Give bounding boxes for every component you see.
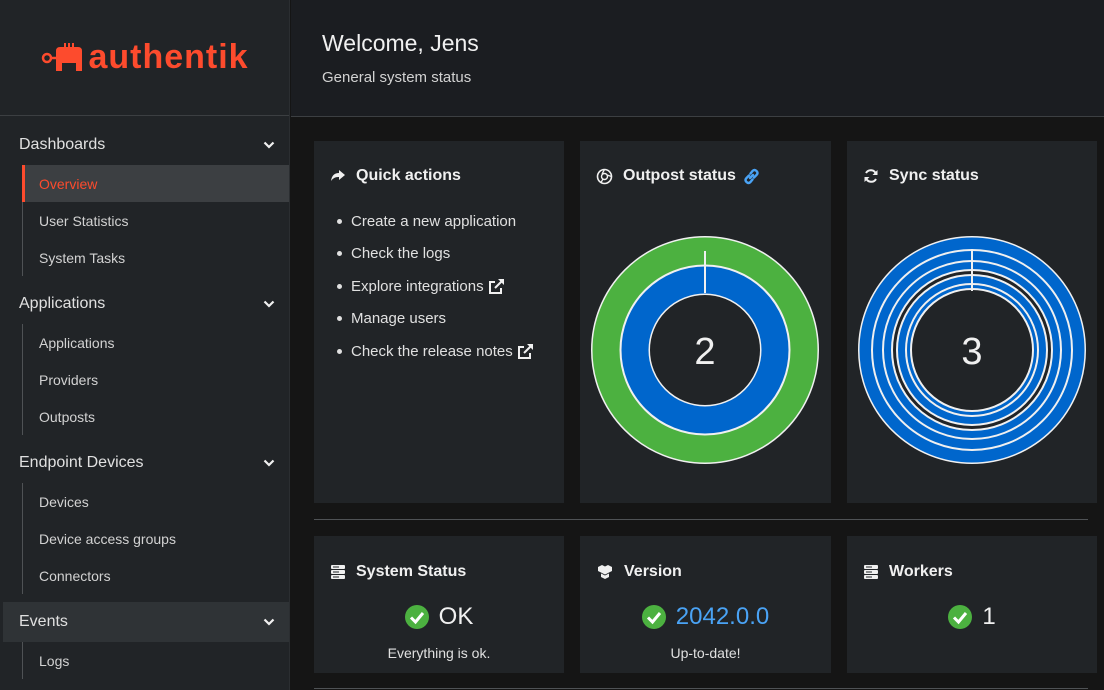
sidebar-item-devices[interactable]: Devices (23, 483, 289, 520)
chevron-down-icon (263, 141, 275, 149)
sidebar-item-providers[interactable]: Providers (23, 361, 289, 398)
list-item[interactable]: Check the release notes (330, 335, 548, 368)
workers-value: 1 (982, 603, 996, 630)
bullet (337, 218, 342, 224)
outpost-donut-chart: 2 (591, 236, 819, 464)
quick-action-create-application[interactable]: Create a new application (351, 213, 516, 230)
workers-row: 1 (863, 603, 1081, 631)
workers-title-label: Workers (889, 563, 953, 580)
workers-card: Workers 1 (847, 536, 1097, 673)
quick-action-manage-users[interactable]: Manage users (351, 310, 446, 327)
check-circle-icon (404, 605, 429, 629)
cubes-icon (598, 565, 612, 579)
nav-group-label: Applications (19, 295, 106, 312)
outpost-icon (596, 168, 613, 184)
sync-donut-chart: 3 (858, 236, 1086, 464)
sync-status-title: Sync status (863, 167, 1081, 185)
sidebar-item-connectors[interactable]: Connectors (23, 557, 289, 594)
sidebar-item-outposts[interactable]: Outposts (23, 398, 289, 435)
nav-group-endpoint-devices[interactable]: Endpoint Devices (0, 443, 289, 483)
brand-logo: authentik (40, 38, 248, 77)
system-status-row: OK (330, 603, 548, 631)
nav-group-dashboards[interactable]: Dashboards (0, 125, 289, 165)
nav-group-label: Dashboards (19, 136, 106, 153)
chevron-down-icon (263, 618, 275, 626)
quick-action-release-notes[interactable]: Check the release notes (351, 343, 513, 360)
sync-icon (864, 169, 878, 183)
quick-action-explore-integrations[interactable]: Explore integrations (351, 278, 484, 295)
quick-action-check-logs[interactable]: Check the logs (351, 245, 450, 262)
check-circle-icon (948, 605, 973, 629)
brand-name: authentik (88, 38, 249, 76)
check-circle-icon (641, 605, 666, 629)
nav-group-events[interactable]: Events (3, 602, 289, 642)
outpost-status-card: Outpost status 2 (580, 141, 831, 503)
nav-group-label: Events (19, 613, 68, 630)
quick-actions-card: Quick actions Create a new application C… (314, 141, 564, 503)
list-item[interactable]: Explore integrations (330, 270, 548, 303)
bullet (337, 316, 342, 322)
system-status-card: System Status OK Everything is ok. (314, 536, 564, 673)
sync-count: 3 (961, 331, 982, 373)
nav-group-applications[interactable]: Applications (0, 284, 289, 324)
section-divider (314, 519, 1088, 520)
outpost-count: 2 (694, 331, 715, 373)
sidebar-item-device-access-groups[interactable]: Device access groups (23, 520, 289, 557)
authentik-logo-icon (42, 42, 83, 71)
page-title: Welcome, Jens (322, 30, 479, 56)
server-icon (331, 565, 345, 579)
version-row: 2042.0.0 (596, 603, 815, 631)
list-item[interactable]: Manage users (330, 303, 548, 336)
nav-group-label: Endpoint Devices (19, 454, 144, 471)
external-link-icon (517, 343, 533, 359)
share-icon (331, 170, 345, 181)
sidebar-item-system-tasks[interactable]: System Tasks (23, 239, 289, 276)
sidebar-item-applications[interactable]: Applications (23, 324, 289, 361)
version-detail: Up-to-date! (670, 645, 741, 661)
sidebar-item-logs[interactable]: Logs (23, 642, 289, 679)
main-content: Welcome, Jens General system status Quic… (291, 0, 1104, 690)
quick-actions-title: Quick actions (330, 167, 548, 185)
sync-status-card: Sync status 3 (847, 141, 1097, 503)
nav-list-events: Logs (22, 642, 289, 679)
version-value[interactable]: 2042.0.0 (676, 603, 769, 631)
brand[interactable]: authentik (0, 0, 289, 116)
version-title-label: Version (624, 563, 682, 580)
version-title: Version (596, 563, 815, 581)
workers-title: Workers (863, 563, 1081, 581)
system-status-value: OK (438, 603, 474, 630)
quick-actions-list: Create a new application Check the logs … (330, 205, 548, 368)
system-status-detail: Everything is ok. (387, 645, 491, 661)
page-subtitle: General system status (322, 69, 472, 86)
sidebar: authentik Dashboards Overview User Stati… (0, 0, 290, 690)
outpost-status-title: Outpost status (596, 167, 815, 185)
chevron-down-icon (263, 300, 275, 308)
external-link-icon (488, 278, 504, 294)
link-icon[interactable] (743, 168, 760, 185)
bullet (337, 283, 342, 289)
sidebar-item-user-statistics[interactable]: User Statistics (23, 202, 289, 239)
list-item[interactable]: Check the logs (330, 238, 548, 271)
outpost-status-title-label: Outpost status (623, 167, 736, 184)
system-status-title: System Status (330, 563, 548, 581)
section-divider (314, 688, 1088, 689)
bullet (337, 348, 342, 354)
nav-list-dashboards: Overview User Statistics System Tasks (22, 165, 289, 276)
page-header: Welcome, Jens General system status (291, 0, 1104, 117)
system-status-title-label: System Status (356, 563, 467, 580)
nav-list-applications: Applications Providers Outposts (22, 324, 289, 435)
chevron-down-icon (263, 459, 275, 467)
sync-status-title-label: Sync status (889, 167, 979, 184)
quick-actions-title-label: Quick actions (356, 167, 461, 184)
list-item[interactable]: Create a new application (330, 205, 548, 238)
version-card: Version 2042.0.0 Up-to-date! (580, 536, 831, 673)
bullet (337, 251, 342, 257)
nav-list-endpoint-devices: Devices Device access groups Connectors (22, 483, 289, 594)
sidebar-item-overview[interactable]: Overview (22, 165, 289, 202)
server-icon (864, 565, 878, 579)
